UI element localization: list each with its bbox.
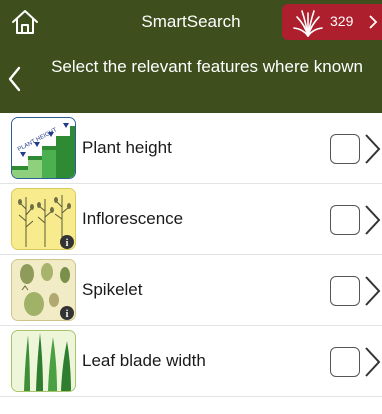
inflorescence-thumbnail: i bbox=[11, 188, 76, 250]
feature-label: Plant height bbox=[82, 138, 172, 157]
feature-row-spikelet[interactable]: i Spikelet bbox=[0, 255, 382, 326]
feature-row-plant-height[interactable]: PLANT HEIGHT Plant height bbox=[0, 113, 382, 184]
spikelet-thumbnail: i bbox=[11, 259, 76, 321]
grass-icon bbox=[293, 10, 323, 37]
spikelet-checkbox[interactable] bbox=[330, 276, 360, 306]
feature-label: Spikelet bbox=[82, 280, 143, 299]
chevron-right-icon[interactable] bbox=[362, 204, 382, 236]
chevron-right-icon[interactable] bbox=[362, 275, 382, 307]
back-button[interactable] bbox=[4, 62, 26, 96]
feature-label: Leaf blade width bbox=[82, 351, 206, 370]
inflorescence-checkbox[interactable] bbox=[330, 205, 360, 235]
instruction-text: Select the relevant features where known bbox=[51, 57, 363, 76]
results-count: 329 bbox=[330, 13, 354, 29]
instruction-bar: Select the relevant features where known bbox=[0, 44, 382, 113]
feature-row-inflorescence[interactable]: i Inflorescence bbox=[0, 184, 382, 255]
chevron-left-icon bbox=[8, 66, 21, 92]
svg-text:i: i bbox=[66, 309, 69, 320]
chevron-right-icon[interactable] bbox=[362, 133, 382, 165]
top-header: SmartSearch 329 bbox=[0, 0, 382, 44]
plant-height-checkbox[interactable] bbox=[330, 134, 360, 164]
results-count-button[interactable]: 329 bbox=[282, 4, 382, 40]
leaf-blade-width-checkbox[interactable] bbox=[330, 347, 360, 377]
feature-row-leaf-blade-width[interactable]: Leaf blade width bbox=[0, 326, 382, 397]
feature-label: Inflorescence bbox=[82, 209, 184, 228]
svg-text:i: i bbox=[66, 238, 69, 249]
leaf-blade-width-thumbnail bbox=[11, 330, 76, 392]
feature-list: PLANT HEIGHT Plant height i Inflorescenc… bbox=[0, 113, 382, 397]
chevron-right-icon bbox=[369, 15, 378, 29]
chevron-right-icon[interactable] bbox=[362, 346, 382, 378]
plant-height-thumbnail: PLANT HEIGHT bbox=[11, 117, 76, 179]
